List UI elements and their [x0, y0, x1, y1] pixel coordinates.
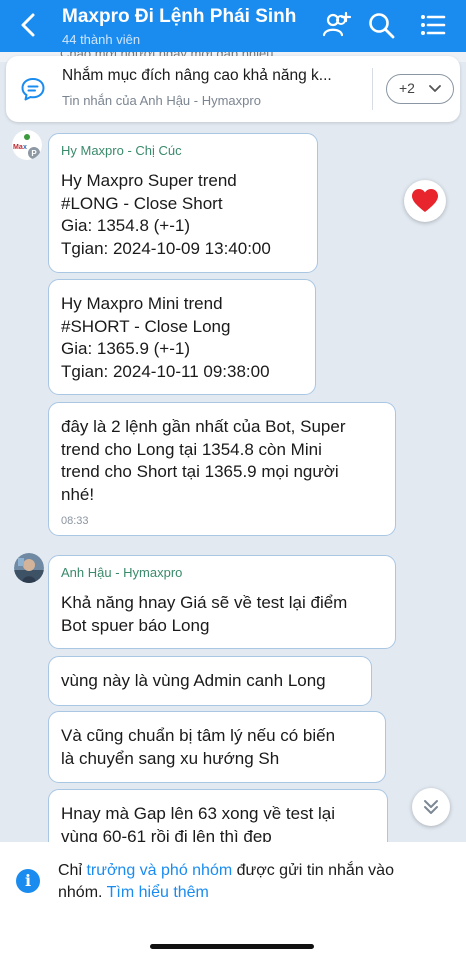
- message-line: nhé!: [61, 484, 95, 504]
- svg-text:x: x: [23, 144, 27, 151]
- pinned-message-author: Tin nhắn của Anh Hậu - Hymaxpro: [62, 93, 261, 108]
- sender-name: Anh Hậu - Hymaxpro: [61, 565, 183, 580]
- member-count[interactable]: 44 thành viên: [62, 32, 140, 47]
- divider: [372, 68, 373, 110]
- learn-more-link[interactable]: Tìm hiểu thêm: [107, 884, 209, 901]
- info-icon: i: [16, 869, 40, 893]
- message-line: Tgian: 2024-10-09 13:40:00: [61, 238, 271, 258]
- reaction-button[interactable]: [404, 180, 446, 222]
- message-line: Khả năng hnay Giá sẽ về test lại điểm: [61, 593, 348, 612]
- pinned-message-banner[interactable]: Nhắm mục đích nâng cao khả năng k... Tin…: [6, 56, 460, 122]
- admins-link[interactable]: trưởng và phó nhóm: [86, 862, 232, 879]
- scroll-to-bottom-button[interactable]: [412, 788, 450, 826]
- group-title[interactable]: Maxpro Đi Lệnh Phái Sinh: [62, 6, 296, 28]
- heart-icon: [412, 189, 438, 212]
- message-bubble[interactable]: Hy Maxpro - Chị Cúc Hy Maxpro Super tren…: [48, 133, 318, 273]
- message-line: vùng này là vùng Admin canh Long: [61, 671, 326, 690]
- message-bubble[interactable]: vùng này là vùng Admin canh Long: [48, 656, 372, 706]
- message-bubble[interactable]: đây là 2 lệnh gần nhất của Bot, Super tr…: [48, 402, 396, 536]
- chat-header: Maxpro Đi Lệnh Phái Sinh 44 thành viên: [0, 0, 466, 52]
- chevron-down-icon: [429, 85, 441, 92]
- back-arrow-icon[interactable]: [14, 10, 44, 40]
- restricted-chat-notice: i Chỉ trưởng và phó nhóm được gửi tin nh…: [0, 842, 466, 960]
- sender-name: Hy Maxpro - Chị Cúc: [61, 143, 182, 158]
- message-line: trend cho Short tại 1365.9 mọi người: [61, 462, 339, 481]
- message-line: Bot spuer báo Long: [61, 615, 210, 635]
- add-member-icon[interactable]: [322, 10, 352, 40]
- avatar[interactable]: [14, 553, 44, 583]
- message-line: Hnay mà Gap lên 63 xong về test lại: [61, 804, 336, 823]
- message-bubble[interactable]: Hy Maxpro Mini trend #SHORT - Close Long…: [48, 279, 316, 395]
- svg-text:Ma: Ma: [13, 144, 23, 151]
- notice-line-1: Chỉ trưởng và phó nhóm được gửi tin nhắn…: [58, 862, 394, 879]
- chat-bubble-icon: [21, 78, 45, 101]
- svg-text:P: P: [31, 149, 37, 158]
- message-timestamp: 08:33: [61, 515, 89, 527]
- message-line: đây là 2 lệnh gần nhất của Bot, Super: [61, 417, 346, 436]
- home-indicator: [150, 944, 314, 949]
- message-line: Và cũng chuẩn bị tâm lý nếu có biến: [61, 726, 336, 745]
- message-line: là chuyển sang xu hướng Sh: [61, 748, 280, 768]
- search-icon[interactable]: [366, 10, 396, 40]
- double-chevron-down-icon: [424, 800, 438, 814]
- notice-line-2: nhóm. Tìm hiểu thêm: [58, 884, 209, 901]
- message-line: Tgian: 2024-10-11 09:38:00: [61, 361, 270, 381]
- message-line: Gia: 1354.8 (+-1): [61, 216, 190, 235]
- menu-list-icon[interactable]: [418, 10, 448, 40]
- message-line: #SHORT - Close Long: [61, 316, 231, 336]
- message-line: Hy Maxpro Mini trend: [61, 294, 223, 313]
- message-line: trend cho Long tại 1354.8 còn Mini: [61, 439, 322, 459]
- message-line: #LONG - Close Short: [61, 193, 223, 213]
- avatar[interactable]: Ma x P: [12, 130, 42, 160]
- pinned-count: +2: [399, 80, 415, 96]
- message-line: Gia: 1365.9 (+-1): [61, 339, 190, 358]
- pinned-message-title: Nhắm mục đích nâng cao khả năng k...: [62, 67, 332, 84]
- message-line: Hy Maxpro Super trend: [61, 171, 237, 190]
- message-bubble[interactable]: Anh Hậu - Hymaxpro Khả năng hnay Giá sẽ …: [48, 555, 396, 649]
- message-bubble[interactable]: Và cũng chuẩn bị tâm lý nếu có biến là c…: [48, 711, 386, 783]
- more-pinned-button[interactable]: +2: [386, 74, 454, 104]
